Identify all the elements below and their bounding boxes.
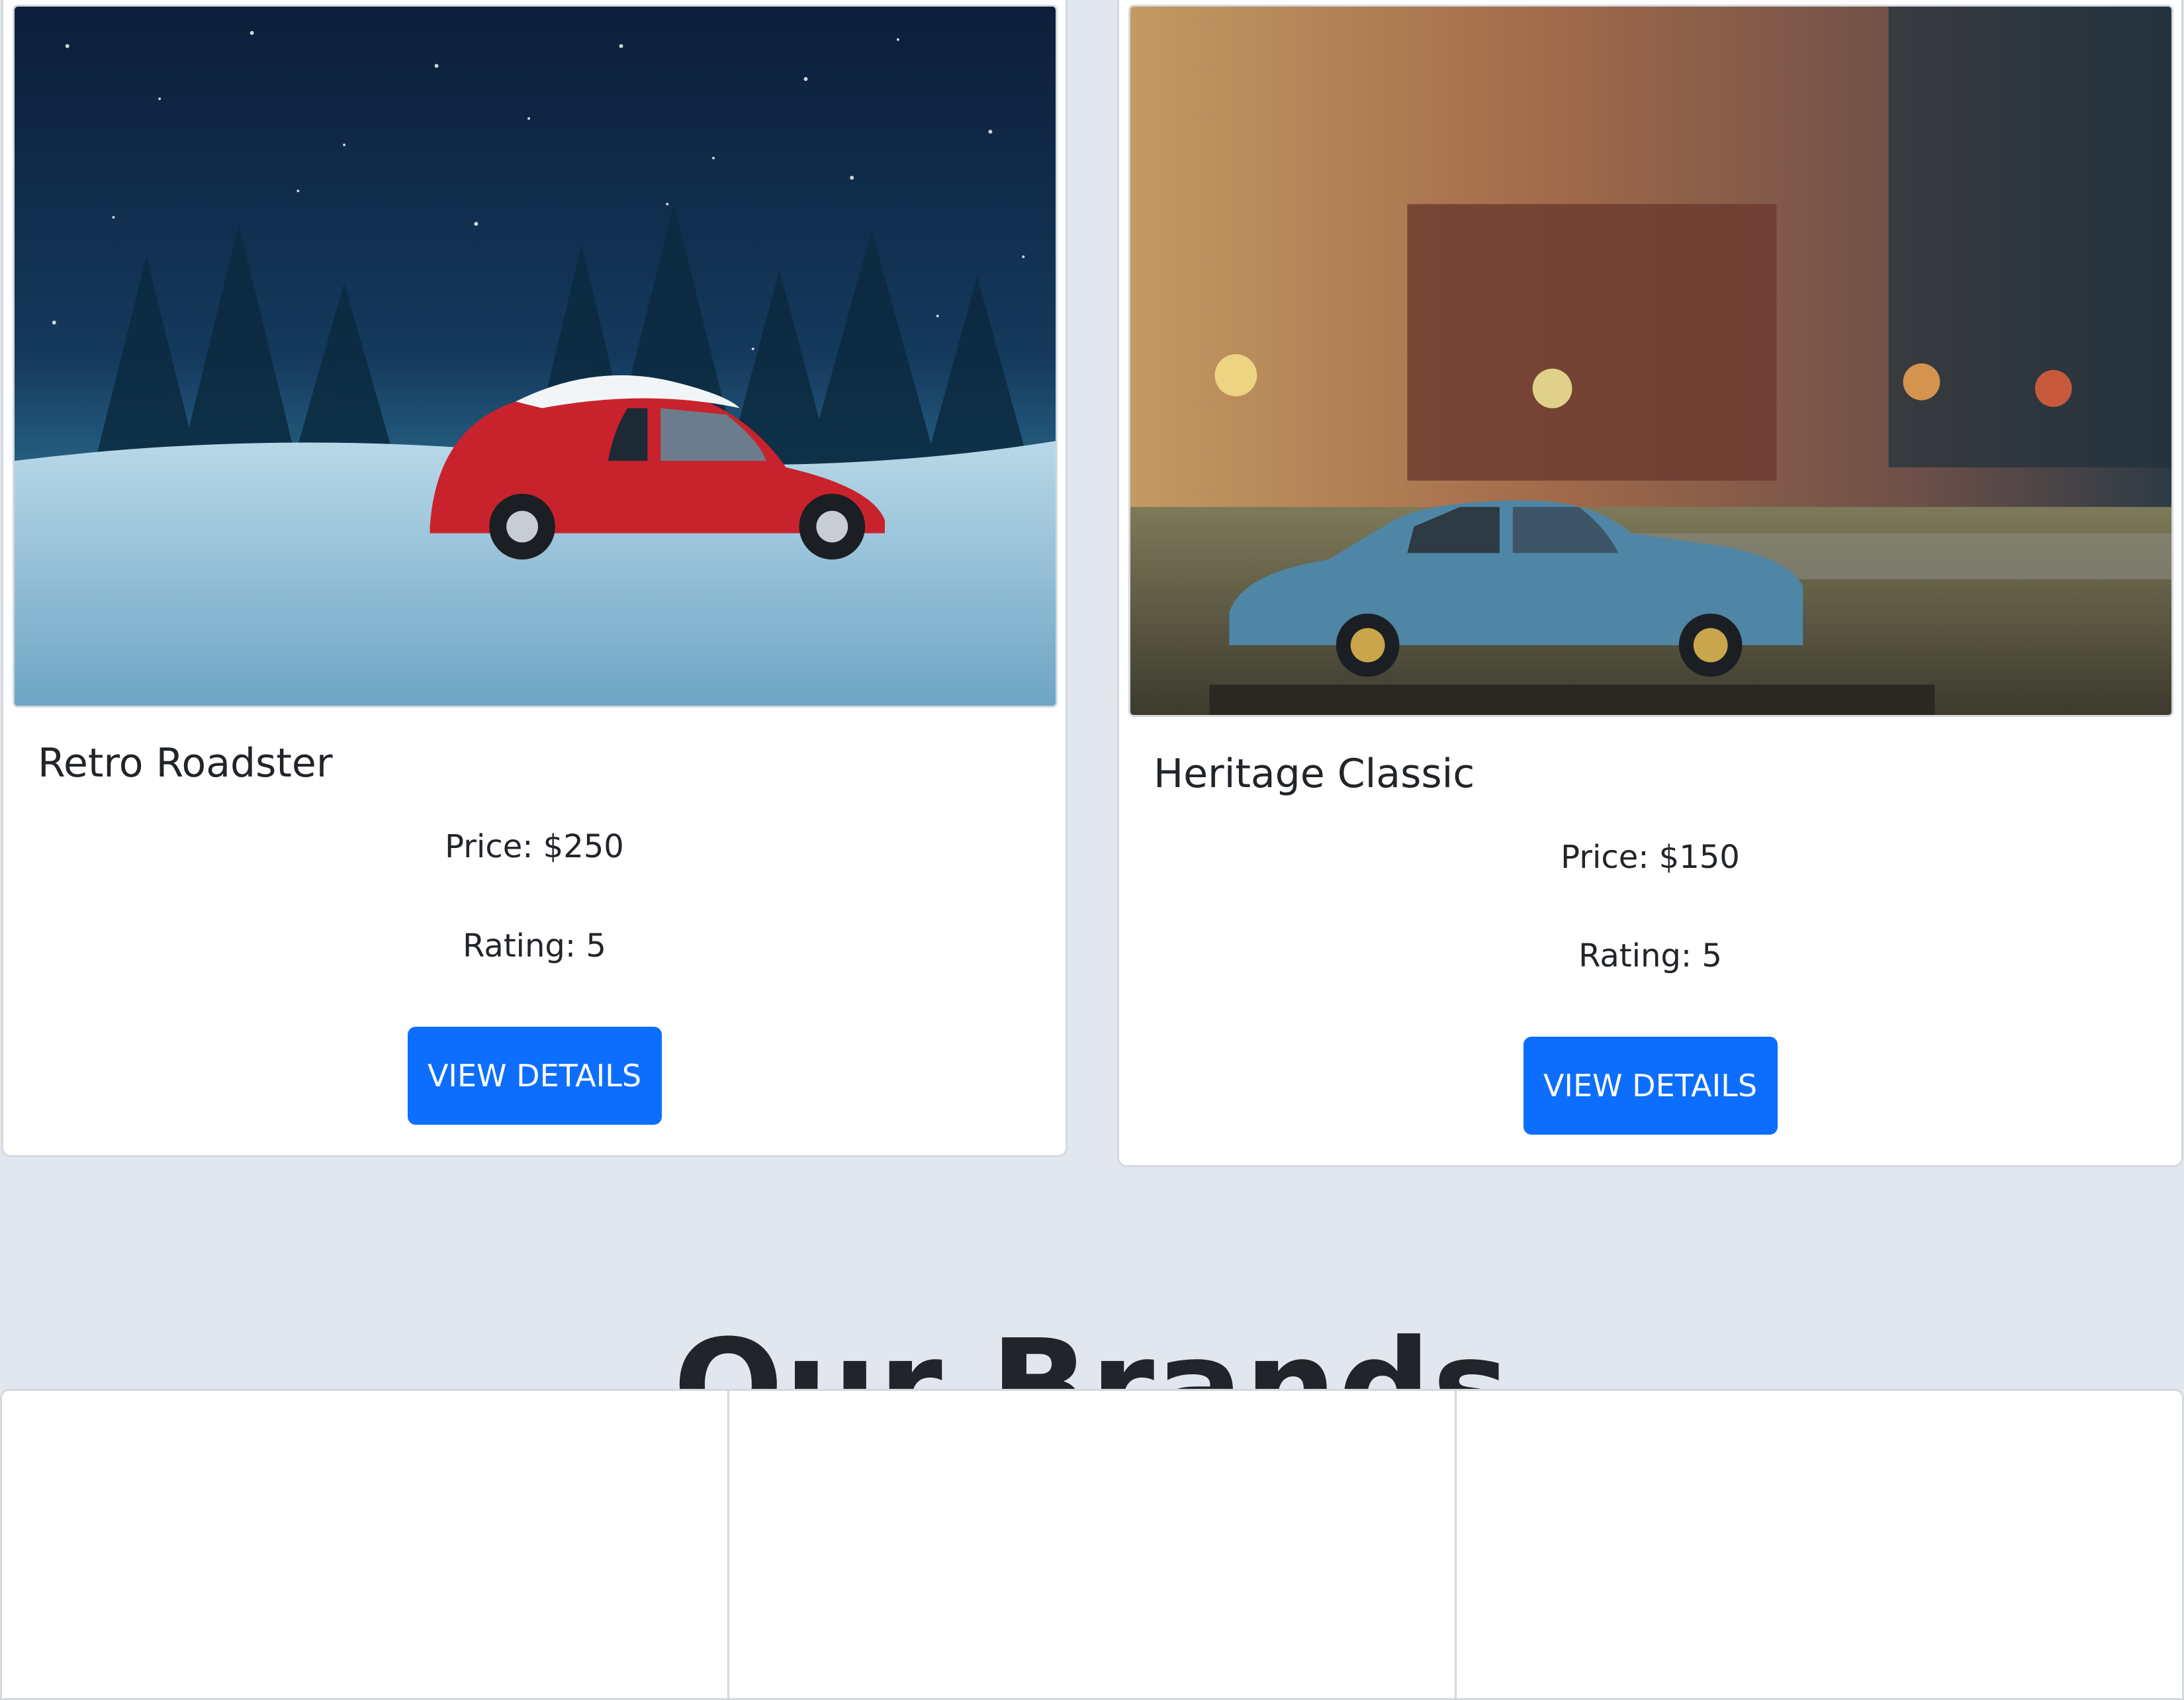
view-details-button[interactable]: VIEW DETAILS xyxy=(407,1027,662,1125)
product-card: Heritage Classic Price: $150 Rating: 5 V… xyxy=(1117,0,2183,1167)
product-title: Retro Roadster xyxy=(38,740,333,786)
brand-card[interactable] xyxy=(0,1389,729,1700)
brand-card[interactable] xyxy=(729,1389,1457,1700)
blue-sedan-autumn-image xyxy=(1130,7,2171,715)
product-rating: Rating: 5 xyxy=(463,927,606,965)
product-image-blue-sedan[interactable] xyxy=(1128,5,2173,717)
brand-card[interactable] xyxy=(1457,1389,2184,1700)
product-image-red-beetle[interactable] xyxy=(13,5,1058,708)
product-rating: Rating: 5 xyxy=(1578,937,1722,974)
product-price: Price: $150 xyxy=(1561,839,1740,876)
red-beetle-snow-image xyxy=(15,7,1056,706)
product-price: Price: $250 xyxy=(445,828,624,865)
view-details-button[interactable]: VIEW DETAILS xyxy=(1523,1037,1778,1135)
product-card: Retro Roadster Price: $250 Rating: 5 VIE… xyxy=(1,0,1068,1157)
product-title: Heritage Classic xyxy=(1154,751,1475,797)
brands-grid xyxy=(0,1389,2184,1700)
